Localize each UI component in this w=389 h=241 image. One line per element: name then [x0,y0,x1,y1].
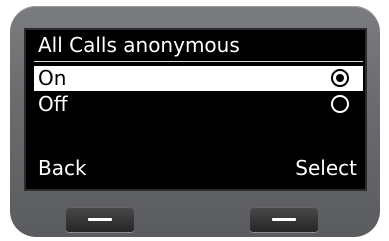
softkey-left-label: Back [38,156,87,180]
option-off[interactable]: Off [34,92,363,117]
option-on[interactable]: On [34,66,363,91]
softkey-right-label: Select [295,156,357,180]
radio-selected-icon[interactable] [331,69,349,87]
radio-dot-icon [336,74,344,82]
display-screen: All Calls anonymous On Off Back Select [24,28,367,191]
option-off-label: Off [38,92,68,116]
radio-unselected-icon[interactable] [331,95,349,113]
dash-icon [272,218,296,221]
title-divider [34,61,363,62]
dash-icon [88,218,112,221]
right-softkey-button[interactable] [250,207,318,232]
left-softkey-button[interactable] [66,207,134,232]
screen-title: All Calls anonymous [38,33,240,57]
option-on-label: On [38,66,67,90]
